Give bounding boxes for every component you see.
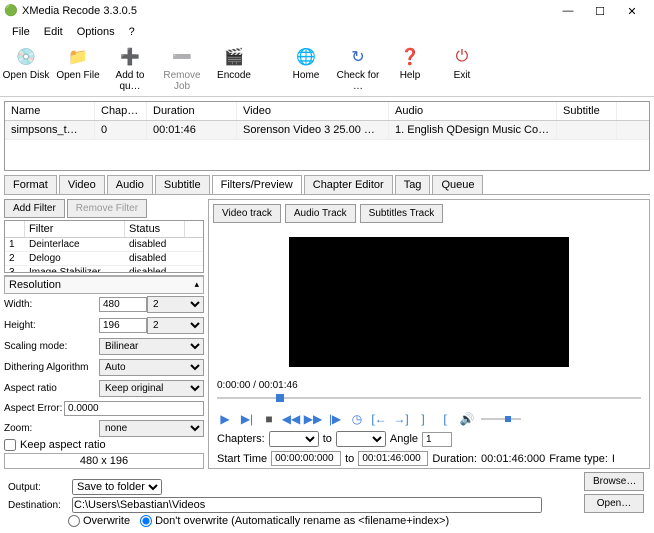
window-title: XMedia Recode 3.3.0.5 (22, 5, 558, 17)
col-chapters[interactable]: Chapters (95, 102, 147, 120)
help-icon: ❓ (399, 46, 421, 68)
col-status[interactable]: Status (125, 221, 185, 237)
range-out-icon[interactable]: [ (437, 411, 453, 427)
add-queue-button[interactable]: ➕Add to qu… (104, 44, 156, 94)
chapter-to[interactable] (336, 431, 386, 447)
next-icon[interactable]: ▶| (239, 411, 255, 427)
add-filter-button[interactable]: Add Filter (4, 199, 65, 218)
aspect-error[interactable] (64, 401, 204, 416)
scaling-select[interactable]: Bilinear (99, 338, 204, 355)
menu-file[interactable]: File (6, 24, 36, 40)
col-filter[interactable]: Filter (25, 221, 125, 237)
disc-icon: 💿 (15, 46, 37, 68)
dont-overwrite-radio[interactable] (140, 515, 152, 527)
app-icon: 🟢 (4, 4, 18, 18)
open-button[interactable]: Open… (584, 494, 644, 513)
folder-icon: 📁 (67, 46, 89, 68)
zoom-select[interactable]: none (99, 420, 204, 437)
help-button[interactable]: ❓Help (384, 44, 436, 94)
col-name[interactable]: Name (5, 102, 95, 120)
filter-table[interactable]: Filter Status 1Deinterlacedisabled2Delog… (4, 220, 204, 273)
range-in-icon[interactable]: ] (415, 411, 431, 427)
remove-filter-button: Remove Filter (67, 199, 147, 218)
remove-job-button: ➖Remove Job (156, 44, 208, 94)
resolution-header[interactable]: Resolution (4, 275, 204, 294)
keep-aspect-checkbox[interactable] (4, 439, 16, 451)
aspect-select[interactable]: Keep original (99, 380, 204, 397)
step-icon[interactable]: |▶ (327, 411, 343, 427)
chapter-from[interactable] (269, 431, 319, 447)
dims-label: 480 x 196 (4, 453, 204, 469)
check-button[interactable]: ↻Check for … (332, 44, 384, 94)
menu-options[interactable]: Options (71, 24, 121, 40)
tab-tag[interactable]: Tag (395, 175, 431, 194)
volume-icon[interactable]: 🔊 (459, 411, 475, 427)
file-list[interactable]: Name Chapters Duration Video Audio Subti… (4, 101, 650, 171)
seek-slider[interactable] (217, 391, 641, 405)
minus-icon: ➖ (171, 46, 193, 68)
col-audio[interactable]: Audio (389, 102, 557, 120)
video-preview (289, 237, 569, 367)
refresh-icon: ↻ (347, 46, 369, 68)
width-input[interactable] (99, 297, 147, 312)
clock-icon[interactable]: ◷ (349, 411, 365, 427)
tab-audio[interactable]: Audio (107, 175, 153, 194)
subtitles-track-button[interactable]: Subtitles Track (360, 204, 444, 223)
audio-track-button[interactable]: Audio Track (285, 204, 356, 223)
menu-help[interactable]: ? (123, 24, 141, 40)
maximize-button[interactable]: ☐ (590, 5, 610, 18)
start-time-input[interactable] (271, 451, 341, 466)
rewind-icon[interactable]: ◀◀ (283, 411, 299, 427)
time-position: 0:00:00 / 00:01:46 (217, 380, 641, 391)
exit-icon: ⏻ (451, 46, 473, 68)
tab-chapter[interactable]: Chapter Editor (304, 175, 393, 194)
col-video[interactable]: Video (237, 102, 389, 120)
browse-button[interactable]: Browse… (584, 472, 644, 491)
filter-row[interactable]: 3Image Stabilizerdisabled (5, 266, 203, 273)
minimize-button[interactable]: — (558, 5, 578, 18)
forward-icon[interactable]: ▶▶ (305, 411, 321, 427)
open-file-button[interactable]: 📁Open File (52, 44, 104, 94)
height-step[interactable]: 2 (147, 317, 204, 334)
encode-button[interactable]: 🎬Encode (208, 44, 260, 94)
filter-row[interactable]: 2Delogodisabled (5, 252, 203, 266)
video-track-button[interactable]: Video track (213, 204, 281, 223)
menu-edit[interactable]: Edit (38, 24, 69, 40)
duration-value: 00:01:46:000 (481, 453, 545, 465)
height-input[interactable] (99, 318, 147, 333)
exit-button[interactable]: ⏻Exit (436, 44, 488, 94)
tab-subtitle[interactable]: Subtitle (155, 175, 210, 194)
output-select[interactable]: Save to folder (72, 479, 162, 495)
tab-filters[interactable]: Filters/Preview (212, 175, 302, 194)
tab-format[interactable]: Format (4, 175, 57, 194)
mark-in-icon[interactable]: [← (371, 411, 387, 427)
dither-select[interactable]: Auto (99, 359, 204, 376)
encode-icon: 🎬 (223, 46, 245, 68)
width-step[interactable]: 2 (147, 296, 204, 313)
play-icon[interactable]: ▶ (217, 411, 233, 427)
globe-icon: 🌐 (295, 46, 317, 68)
file-row[interactable]: simpsons_t… 0 00:01:46 Sorenson Video 3 … (5, 121, 649, 140)
mark-out-icon[interactable]: →] (393, 411, 409, 427)
destination-input[interactable] (72, 497, 542, 513)
tab-queue[interactable]: Queue (432, 175, 483, 194)
overwrite-radio[interactable] (68, 515, 80, 527)
home-button[interactable]: 🌐Home (280, 44, 332, 94)
tab-video[interactable]: Video (59, 175, 105, 194)
open-disk-button[interactable]: 💿Open Disk (0, 44, 52, 94)
close-button[interactable]: ✕ (622, 5, 642, 18)
frame-type: I (612, 453, 615, 465)
stop-icon[interactable]: ■ (261, 411, 277, 427)
filter-row[interactable]: 1Deinterlacedisabled (5, 238, 203, 252)
plus-icon: ➕ (119, 46, 141, 68)
angle-input[interactable] (422, 432, 452, 447)
col-duration[interactable]: Duration (147, 102, 237, 120)
volume-slider[interactable] (481, 414, 521, 424)
end-time-input[interactable] (358, 451, 428, 466)
col-subtitle[interactable]: Subtitle (557, 102, 617, 120)
